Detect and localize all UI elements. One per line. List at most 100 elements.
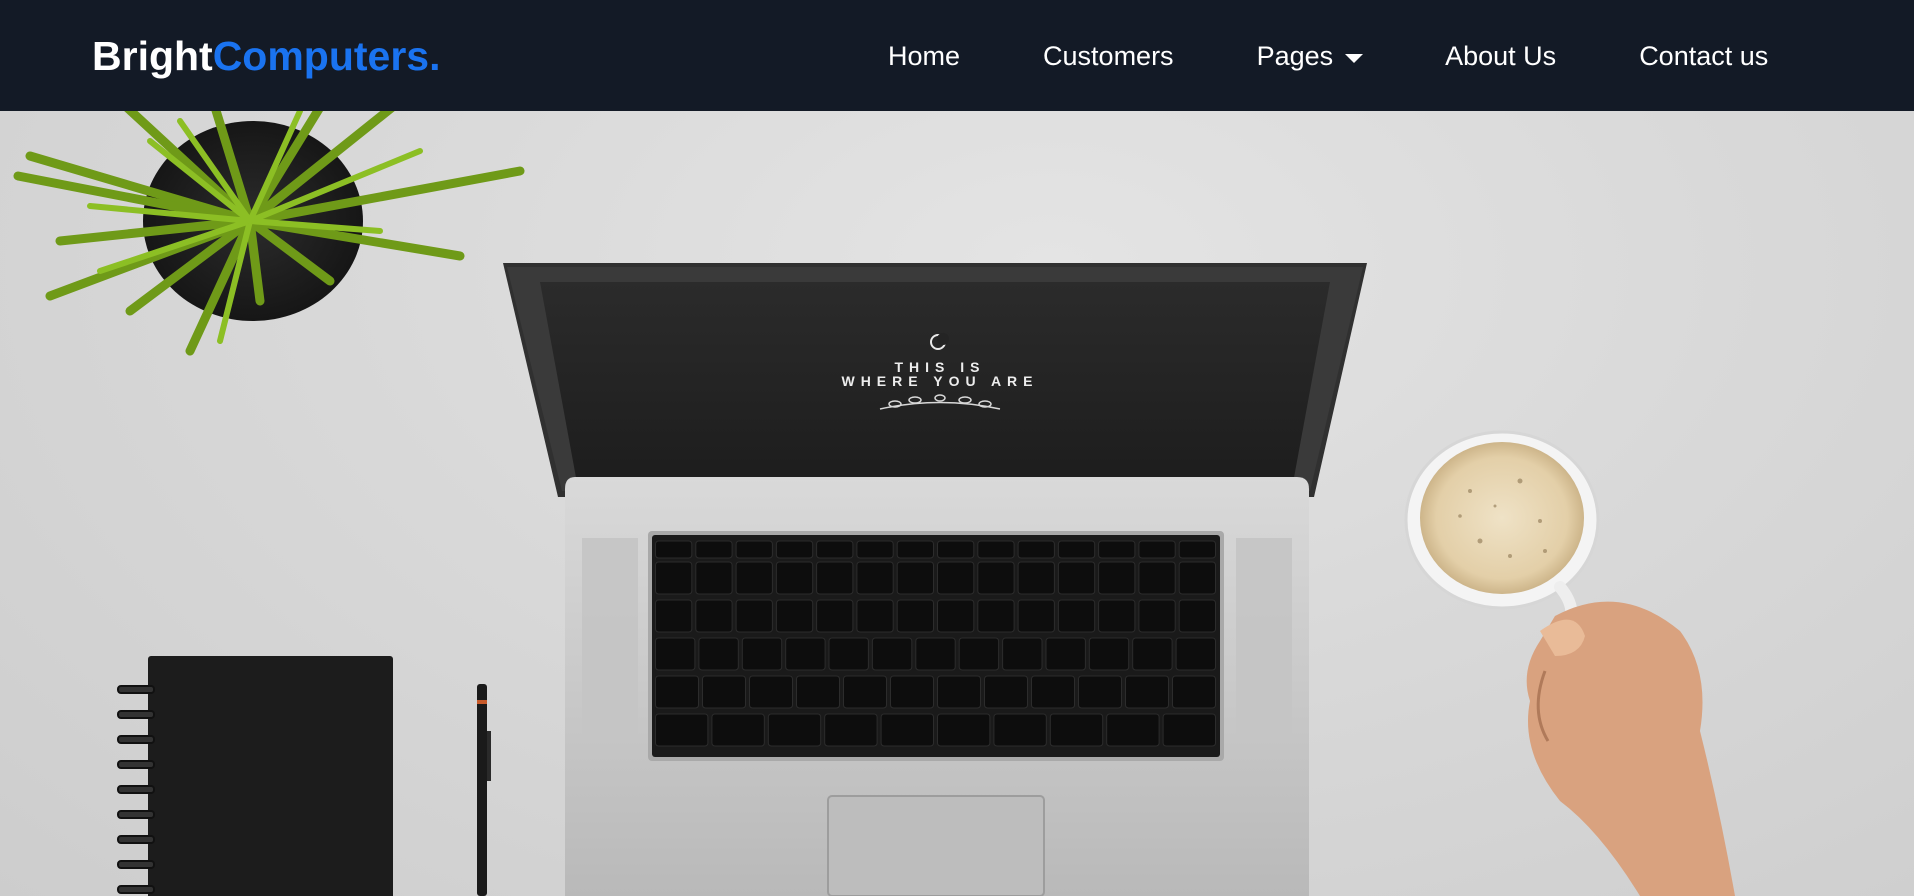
keyboard-key xyxy=(1132,637,1173,671)
keyboard-key xyxy=(695,561,733,595)
keyboard-key xyxy=(1175,637,1216,671)
notebook-decoration xyxy=(117,656,393,896)
keyboard-key xyxy=(816,540,854,559)
keyboard-key xyxy=(871,637,913,671)
main-nav: Home Customers Pages About Us Contact us xyxy=(888,38,1768,74)
keyboard-key xyxy=(977,599,1015,633)
keyboard-key xyxy=(796,675,840,709)
keyboard-key xyxy=(1017,540,1055,559)
nav-link-contact-us[interactable]: Contact us xyxy=(1639,38,1768,74)
keyboard-key xyxy=(655,599,693,633)
keyboard-key xyxy=(695,540,733,559)
keyboard-key xyxy=(993,713,1047,747)
keyboard-key xyxy=(775,599,814,633)
keyboard-key xyxy=(1106,713,1160,747)
hero-banner: THIS IS WHERE YOU ARE xyxy=(0,111,1914,896)
nav-link-home[interactable]: Home xyxy=(888,38,960,74)
keyboard-key xyxy=(1017,561,1055,595)
keyboard-key xyxy=(896,561,935,595)
nav-item-home: Home xyxy=(888,38,960,74)
keyboard-key xyxy=(698,637,739,671)
keyboard-key xyxy=(896,599,935,633)
nav-link-pages[interactable]: Pages xyxy=(1257,38,1364,74)
keyboard-key xyxy=(880,713,934,747)
nav-item-about: About Us xyxy=(1445,38,1556,74)
pen-decoration xyxy=(477,684,491,896)
keyboard-key xyxy=(735,540,773,559)
keyboard-key xyxy=(1098,599,1136,633)
keyboard-key xyxy=(655,637,696,671)
nav-link-customers[interactable]: Customers xyxy=(1043,38,1174,74)
keyboard-key xyxy=(915,637,956,671)
keyboard-key xyxy=(937,713,991,747)
keyboard-key xyxy=(977,540,1015,559)
keyboard-key xyxy=(1138,540,1176,559)
keyboard-key xyxy=(1049,713,1104,747)
keyboard-key xyxy=(775,561,814,595)
laptop-base xyxy=(565,477,1309,896)
keyboard-key xyxy=(775,540,814,559)
keyboard-key xyxy=(702,675,746,709)
keyboard-key xyxy=(711,713,765,747)
keyboard-key xyxy=(824,713,878,747)
caret-down-icon xyxy=(1345,53,1364,63)
keyboard-key xyxy=(1002,637,1043,671)
nav-item-contact: Contact us xyxy=(1639,38,1768,74)
keyboard-key xyxy=(1162,713,1216,747)
nav-item-customers: Customers xyxy=(1043,38,1174,74)
keyboard-key xyxy=(1045,637,1086,671)
keyboard-key xyxy=(828,637,869,671)
keyboard-key xyxy=(767,713,822,747)
keyboard-key xyxy=(1078,675,1122,709)
hand-decoration xyxy=(1526,601,1735,896)
keyboard-key xyxy=(655,561,693,595)
keyboard-key xyxy=(856,561,894,595)
keyboard-key xyxy=(741,637,783,671)
keyboard-key xyxy=(977,561,1015,595)
keyboard-key xyxy=(1057,561,1096,595)
nav-link-pages-label: Pages xyxy=(1256,41,1334,71)
plant-decoration xyxy=(13,111,525,356)
trackpad xyxy=(827,795,1045,896)
keyboard-key xyxy=(695,599,733,633)
keyboard-key xyxy=(1138,561,1176,595)
keyboard-key xyxy=(655,540,693,559)
keyboard-key xyxy=(1031,675,1075,709)
keyboard-key xyxy=(1178,540,1216,559)
keyboard-key xyxy=(937,561,975,595)
keyboard-key xyxy=(856,599,894,633)
keyboard-key xyxy=(1088,637,1130,671)
keyboard-key xyxy=(1057,599,1096,633)
brand-logo[interactable]: BrightComputers. xyxy=(92,32,441,80)
keyboard-key xyxy=(1178,561,1216,595)
navbar: BrightComputers. Home Customers Pages Ab… xyxy=(0,0,1914,111)
hero-illustration: THIS IS WHERE YOU ARE xyxy=(13,111,1735,896)
keyboard-key xyxy=(816,561,854,595)
coffee-cup-decoration xyxy=(1404,430,1600,637)
brand-name-part1: Bright xyxy=(92,33,213,79)
keyboard-key xyxy=(1017,599,1055,633)
keyboard-key xyxy=(958,637,1000,671)
keyboard-key xyxy=(749,675,793,709)
keyboard-key xyxy=(735,561,773,595)
keyboard-key xyxy=(1172,675,1216,709)
keyboard-key xyxy=(1125,675,1169,709)
keyboard-key xyxy=(856,540,894,559)
keyboard-key xyxy=(1178,599,1216,633)
keyboard-key xyxy=(816,599,854,633)
keyboard-key xyxy=(843,675,887,709)
keyboard-key xyxy=(937,599,975,633)
screen-text-line2: WHERE YOU ARE xyxy=(841,373,1038,389)
keyboard-key xyxy=(984,675,1028,709)
keyboard-key xyxy=(1098,540,1136,559)
keyboard-key xyxy=(937,675,981,709)
keyboard-key xyxy=(655,675,699,709)
keyboard-key xyxy=(655,713,709,747)
keyboard-key xyxy=(1057,540,1096,559)
keyboard-key xyxy=(890,675,934,709)
keyboard-key xyxy=(735,599,773,633)
keyboard-key xyxy=(1138,599,1176,633)
nav-link-about-us[interactable]: About Us xyxy=(1445,38,1556,74)
keyboard-key xyxy=(937,540,975,559)
keyboard-key xyxy=(1098,561,1136,595)
